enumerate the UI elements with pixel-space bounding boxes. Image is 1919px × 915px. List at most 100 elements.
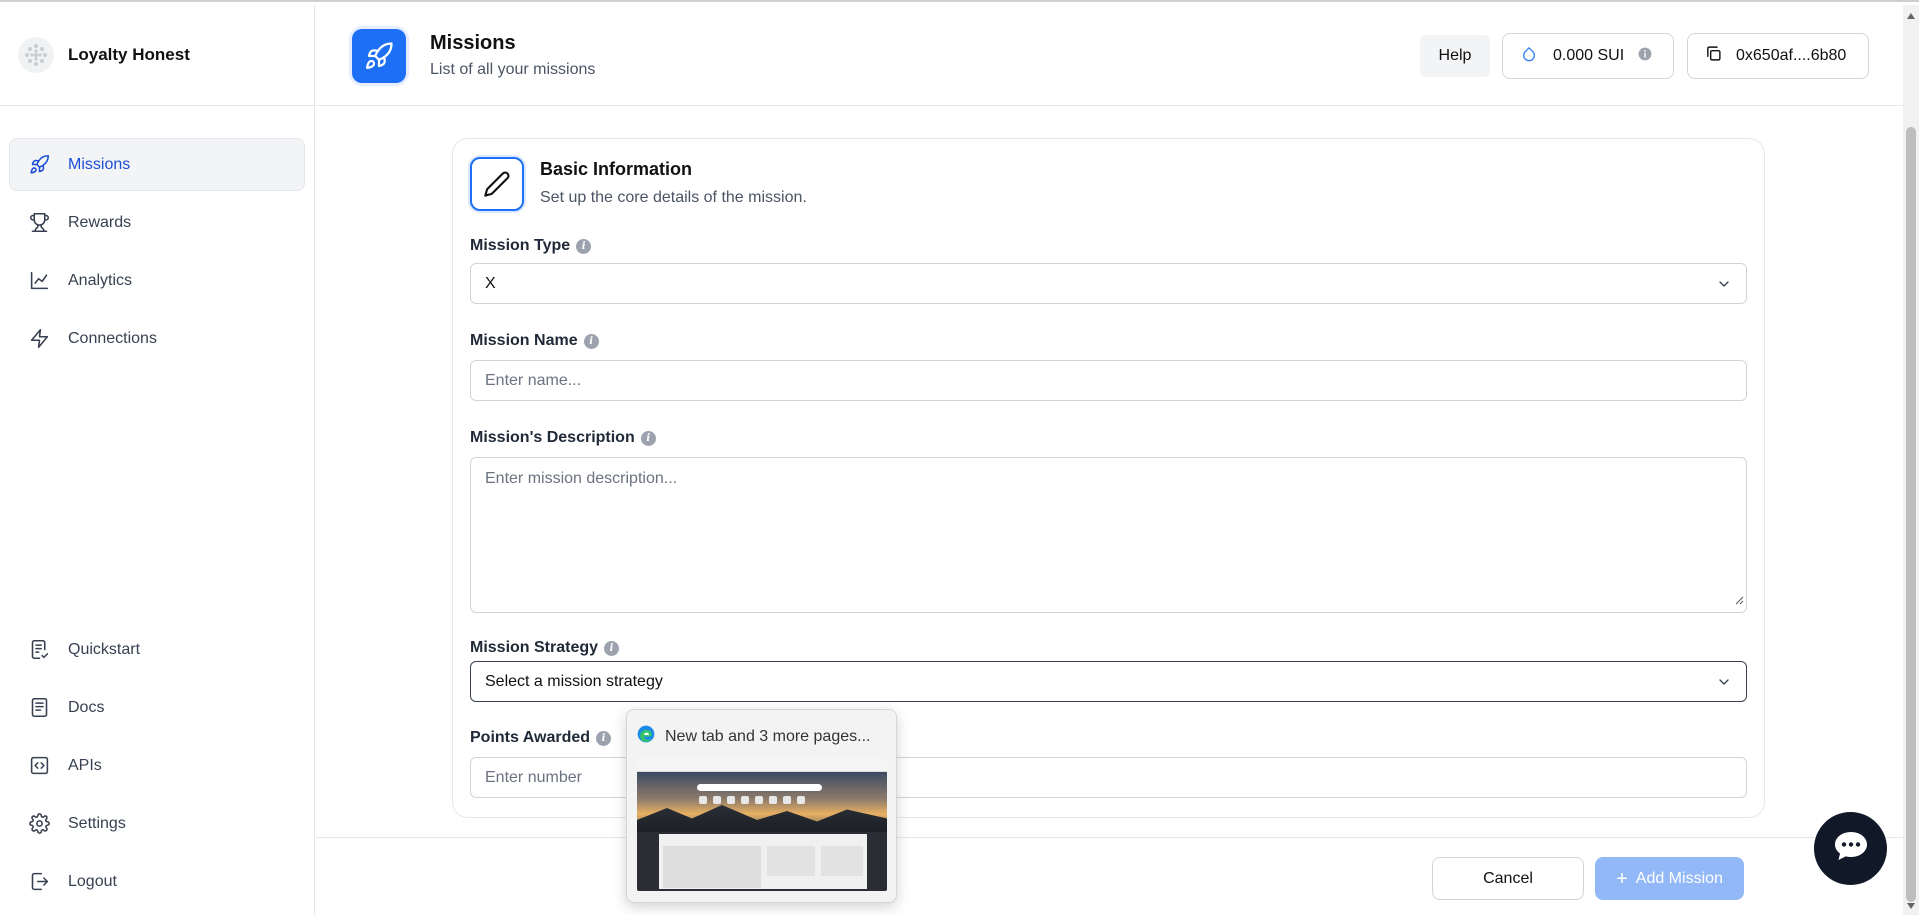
scroll-up-arrow-icon[interactable] — [1906, 7, 1916, 25]
mission-strategy-label: Mission Strategy i — [470, 639, 620, 657]
section-subtitle: Set up the core details of the mission. — [540, 189, 807, 206]
chat-support-button[interactable] — [1814, 812, 1887, 885]
mission-strategy-label-text: Mission Strategy — [470, 639, 599, 656]
form-footer: Cancel + Add Mission — [316, 837, 1903, 915]
brand-logo-icon — [18, 37, 54, 73]
sidebar-item-label: APIs — [68, 756, 102, 774]
sidebar-item-label: Connections — [68, 329, 157, 347]
vertical-scrollbar[interactable] — [1903, 5, 1919, 915]
browser-edge-icon — [636, 724, 656, 749]
sidebar-item-rewards[interactable]: Rewards — [9, 196, 305, 249]
points-awarded-label-text: Points Awarded — [470, 729, 591, 746]
droplet-icon — [1521, 45, 1537, 68]
sidebar-item-docs[interactable]: Docs — [9, 681, 305, 734]
points-awarded-placeholder: Enter number — [485, 768, 582, 786]
checklist-icon — [28, 639, 50, 661]
preview-title: New tab and 3 more pages... — [665, 727, 871, 745]
sidebar-item-label: Docs — [68, 698, 105, 716]
mission-name-label: Mission Name i — [470, 332, 599, 350]
wallet-address: 0x650af....6b80 — [1736, 47, 1847, 64]
balance-button[interactable]: 0.000 SUI — [1502, 33, 1674, 79]
chat-bubble-icon — [1832, 829, 1870, 868]
document-icon — [28, 697, 50, 719]
info-icon[interactable]: i — [583, 333, 599, 349]
sidebar-item-quickstart[interactable]: Quickstart — [9, 623, 305, 676]
thumbnail-card — [767, 846, 815, 876]
preview-header: New tab and 3 more pages... — [636, 724, 870, 749]
thumbnail-search-bar — [697, 784, 822, 791]
sidebar-item-settings[interactable]: Settings — [9, 797, 305, 850]
mission-name-placeholder: Enter name... — [485, 371, 582, 389]
mission-description-label-text: Mission's Description — [470, 429, 635, 446]
mission-description-textarea[interactable]: Enter mission description... — [470, 457, 1747, 613]
sidebar: Loyalty Honest Missions Rewards Analytic… — [0, 5, 315, 915]
sidebar-item-connections[interactable]: Connections — [9, 312, 305, 365]
scroll-down-arrow-icon[interactable] — [1906, 897, 1916, 915]
brand-name: Loyalty Honest — [68, 45, 190, 64]
page-header: Missions List of all your missions Help … — [316, 5, 1903, 106]
sidebar-item-label: Analytics — [68, 271, 133, 289]
balance-value: 0.000 SUI — [1553, 47, 1625, 64]
sidebar-bottom-nav: Quickstart Docs APIs Settings Logout — [9, 623, 305, 913]
help-button[interactable]: Help — [1420, 35, 1490, 77]
pencil-icon — [470, 157, 524, 211]
sidebar-item-analytics[interactable]: Analytics — [9, 254, 305, 307]
scrollbar-thumb[interactable] — [1906, 127, 1916, 902]
mission-description-placeholder: Enter mission description... — [485, 470, 678, 487]
points-awarded-label: Points Awarded i — [470, 729, 612, 747]
mission-name-label-text: Mission Name — [470, 332, 578, 349]
mission-type-label: Mission Type i — [470, 237, 592, 255]
taskbar-window-preview[interactable]: New tab and 3 more pages... — [626, 709, 897, 903]
info-icon[interactable]: i — [596, 730, 612, 746]
mission-type-label-text: Mission Type — [470, 237, 571, 254]
info-icon[interactable]: i — [640, 430, 656, 446]
sidebar-item-missions[interactable]: Missions — [9, 138, 305, 191]
chart-line-icon — [28, 270, 50, 292]
sidebar-nav: Missions Rewards Analytics Connections — [9, 138, 305, 370]
thumbnail-feed-area — [637, 832, 887, 891]
page-title: Missions — [430, 32, 516, 54]
add-mission-label: Add Mission — [1635, 869, 1723, 887]
section-title: Basic Information — [540, 159, 693, 179]
sidebar-item-label: Rewards — [68, 213, 132, 231]
info-icon[interactable]: i — [604, 640, 620, 656]
copy-icon — [1705, 45, 1722, 67]
sidebar-item-logout[interactable]: Logout — [9, 855, 305, 908]
sidebar-item-label: Settings — [68, 814, 126, 832]
lightning-icon — [28, 328, 50, 350]
thumbnail-card — [663, 846, 761, 888]
mission-strategy-value: Select a mission strategy — [485, 672, 663, 690]
sidebar-item-label: Quickstart — [68, 640, 141, 658]
thumbnail-background — [637, 772, 887, 832]
trophy-icon — [28, 212, 50, 234]
mission-name-input[interactable]: Enter name... — [470, 360, 1747, 401]
code-icon — [28, 755, 50, 777]
add-mission-button[interactable]: + Add Mission — [1595, 857, 1744, 900]
rocket-icon — [28, 154, 50, 176]
preview-thumbnail — [637, 758, 887, 891]
mission-type-select[interactable]: X — [470, 263, 1747, 304]
main-content[interactable]: Basic Information Set up the core detail… — [316, 107, 1903, 837]
chevron-down-icon — [1716, 276, 1732, 297]
rocket-icon — [352, 29, 406, 83]
thumbnail-shortcuts — [699, 796, 805, 804]
plus-icon: + — [1616, 867, 1628, 890]
mission-description-label: Mission's Description i — [470, 429, 656, 447]
thumbnail-toolbar — [637, 758, 887, 772]
sidebar-item-label: Logout — [68, 872, 117, 890]
thumbnail-mountains — [637, 805, 887, 832]
brand[interactable]: Loyalty Honest — [0, 5, 314, 106]
thumbnail-card — [821, 846, 863, 876]
resize-handle-icon[interactable] — [1734, 592, 1744, 610]
sidebar-item-apis[interactable]: APIs — [9, 739, 305, 792]
mission-strategy-select[interactable]: Select a mission strategy — [470, 661, 1747, 702]
gear-icon — [28, 813, 50, 835]
page-subtitle: List of all your missions — [430, 61, 596, 78]
mission-type-value: X — [485, 274, 496, 292]
cancel-button[interactable]: Cancel — [1432, 857, 1584, 900]
wallet-address-button[interactable]: 0x650af....6b80 — [1687, 33, 1869, 79]
info-icon[interactable] — [1638, 47, 1652, 66]
chevron-down-icon — [1716, 674, 1732, 695]
info-icon[interactable]: i — [576, 238, 592, 254]
logout-icon — [28, 871, 50, 893]
